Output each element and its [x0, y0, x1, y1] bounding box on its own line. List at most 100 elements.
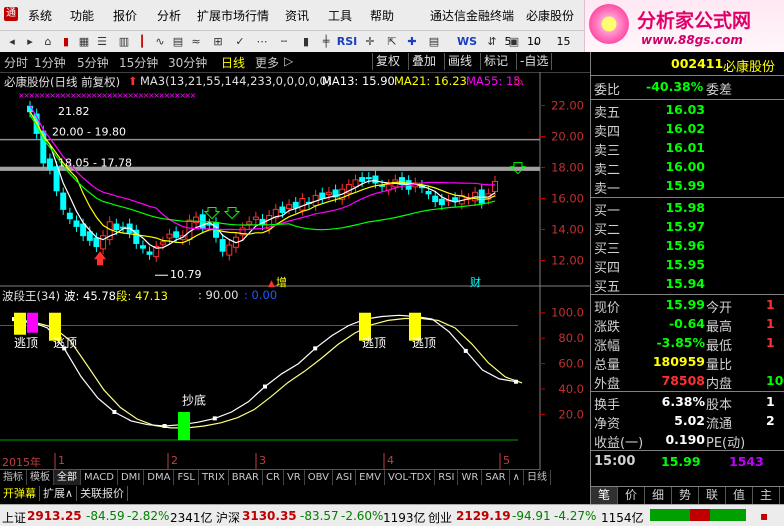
pause-icon[interactable]: ▮	[58, 34, 74, 50]
period-shortcut-15[interactable]: 15	[557, 35, 571, 48]
list-icon[interactable]: ☰	[94, 34, 110, 50]
bars-icon[interactable]: ▮	[298, 34, 314, 50]
bid-row-4[interactable]: 买四 15.95	[591, 256, 784, 276]
indicator-tab-9[interactable]: CR	[263, 470, 284, 485]
ask-row-2[interactable]: 卖二 16.00	[591, 158, 784, 178]
period-shortcut-10[interactable]: 10	[527, 35, 541, 48]
draw-button[interactable]: 画线	[444, 53, 475, 70]
period-shortcut-5[interactable]: 5	[505, 35, 512, 48]
quote-tab-2[interactable]: 细	[645, 487, 672, 504]
ask-row-1[interactable]: 卖一 15.99	[591, 177, 784, 197]
indicator-tab-4[interactable]: DMI	[118, 470, 145, 485]
candle-icon[interactable]: ┃	[134, 34, 150, 50]
quote-tab-4[interactable]: 联	[699, 487, 726, 504]
quote-tab-6[interactable]: 主	[753, 487, 780, 504]
candle2-icon[interactable]: ╪	[318, 34, 334, 50]
indicator-tab-3[interactable]: MACD	[81, 470, 118, 485]
sz-label[interactable]: 沪深	[216, 509, 240, 526]
period-tab-1min[interactable]: 1分钟	[34, 54, 66, 71]
crosshair-icon[interactable]: ✛	[362, 34, 378, 50]
bid-row-1[interactable]: 买一 15.98	[591, 199, 784, 219]
pin-icon[interactable]: ✚	[404, 34, 420, 50]
candle-body	[365, 177, 372, 180]
cy-change: -94.91	[512, 509, 551, 523]
danmaku-button[interactable]: 开弹幕	[0, 486, 40, 501]
indicator-tab-18[interactable]: ∧	[510, 470, 524, 485]
menu-item-quote[interactable]: 报价	[113, 7, 137, 24]
rsi-icon[interactable]: RSI	[336, 34, 358, 50]
period-tab-30min[interactable]: 30分钟	[168, 54, 207, 71]
mark-button[interactable]: 标记	[480, 53, 511, 70]
indicator-tab-14[interactable]: VOL-TDX	[385, 470, 436, 485]
candle-body	[186, 219, 193, 241]
quote-tab-1[interactable]: 价	[618, 487, 645, 504]
app-logo-icon[interactable]: 通	[4, 7, 18, 21]
cy-label[interactable]: 创业	[428, 509, 452, 526]
stack-icon[interactable]: ▤	[426, 34, 442, 50]
period-tab-timeshare[interactable]: 分时	[4, 54, 28, 71]
quote-tab-0[interactable]: 笔	[591, 487, 618, 504]
period-tab-more[interactable]: 更多	[255, 54, 279, 71]
indicator-dot	[514, 379, 518, 384]
quote-tab-3[interactable]: 势	[672, 487, 699, 504]
quote-tab-5[interactable]: 值	[726, 487, 753, 504]
line-icon[interactable]: ∿	[152, 34, 168, 50]
bar-icon[interactable]: ▤	[170, 34, 186, 50]
indicator-tab-17[interactable]: SAR	[482, 470, 510, 485]
overlay-button[interactable]: 叠加	[408, 53, 439, 70]
menu-item-help[interactable]: 帮助	[370, 7, 394, 24]
ask-row-5[interactable]: 卖五 16.03	[591, 101, 784, 121]
indicator-tab-19[interactable]: 日线	[524, 470, 551, 485]
more-arrow-icon[interactable]: ▷	[284, 54, 293, 68]
bid-row-3[interactable]: 买三 15.96	[591, 237, 784, 257]
bid-row-5[interactable]: 买五 15.94	[591, 275, 784, 295]
cursor-icon[interactable]: ⇱	[384, 34, 400, 50]
indicator-tab-10[interactable]: VR	[284, 470, 305, 485]
chart-canvas[interactable]: 22.0020.0018.0016.0014.0012.00××××××××××…	[0, 72, 590, 470]
candle-body	[219, 239, 226, 252]
grid-icon[interactable]: ▦	[76, 34, 92, 50]
extend-button[interactable]: 扩展∧	[40, 486, 78, 501]
tick-price: 15.99	[661, 454, 701, 469]
self-select-button[interactable]: -自选	[516, 53, 553, 70]
lock-icon[interactable]: ▪	[760, 509, 768, 523]
dots-icon[interactable]: ⋯	[254, 34, 270, 50]
ws-icon[interactable]: WS	[456, 34, 478, 50]
indicator-tab-0[interactable]: 指标	[0, 470, 27, 485]
ask-row-4[interactable]: 卖四 16.02	[591, 120, 784, 140]
sh-label[interactable]: 上证	[2, 509, 26, 526]
linked-quote-button[interactable]: 关联报价	[77, 486, 129, 501]
period-tab-daily[interactable]: 日线	[221, 54, 245, 71]
tick-icon[interactable]: ✓	[232, 34, 248, 50]
indicator-tab-15[interactable]: RSI	[435, 470, 459, 485]
menu-item-news[interactable]: 资讯	[285, 7, 309, 24]
bid-row-2[interactable]: 买二 15.97	[591, 218, 784, 238]
period-tab-5min[interactable]: 5分钟	[77, 54, 109, 71]
indicator-tab-1[interactable]: 模板	[27, 470, 54, 485]
adjust-button[interactable]: 复权	[372, 53, 403, 70]
indicator-tab-8[interactable]: BRAR	[229, 470, 263, 485]
indicator-tab-11[interactable]: OBV	[305, 470, 333, 485]
menu-item-system[interactable]: 系统	[28, 7, 52, 24]
indicator-tab-6[interactable]: FSL	[174, 470, 199, 485]
dash-icon[interactable]: ╌	[276, 34, 292, 50]
indicator-tab-5[interactable]: DMA	[144, 470, 175, 485]
ask-row-3[interactable]: 卖三 16.01	[591, 139, 784, 159]
menu-item-analysis[interactable]: 分析	[157, 7, 181, 24]
menu-item-extended-market[interactable]: 扩展市场行情	[197, 7, 269, 24]
stock-tab[interactable]: 必康股份	[526, 7, 574, 24]
period-tab-15min[interactable]: 15分钟	[119, 54, 158, 71]
indicator-tab-12[interactable]: ASI	[333, 470, 357, 485]
wave-icon[interactable]: ≈	[188, 34, 204, 50]
forward-icon[interactable]: ▸	[22, 34, 38, 50]
indicator-tab-7[interactable]: TRIX	[199, 470, 229, 485]
menu-item-tools[interactable]: 工具	[328, 7, 352, 24]
home-icon[interactable]: ⌂	[40, 34, 56, 50]
menu-item-function[interactable]: 功能	[70, 7, 94, 24]
indicator-tab-16[interactable]: WR	[458, 470, 483, 485]
back-icon[interactable]: ◂	[4, 34, 20, 50]
indicator-tab-2[interactable]: 全部	[54, 470, 81, 485]
indicator-tab-13[interactable]: EMV	[356, 470, 385, 485]
zoom-icon[interactable]: ⊞	[210, 34, 226, 50]
chart-icon[interactable]: ▥	[116, 34, 132, 50]
